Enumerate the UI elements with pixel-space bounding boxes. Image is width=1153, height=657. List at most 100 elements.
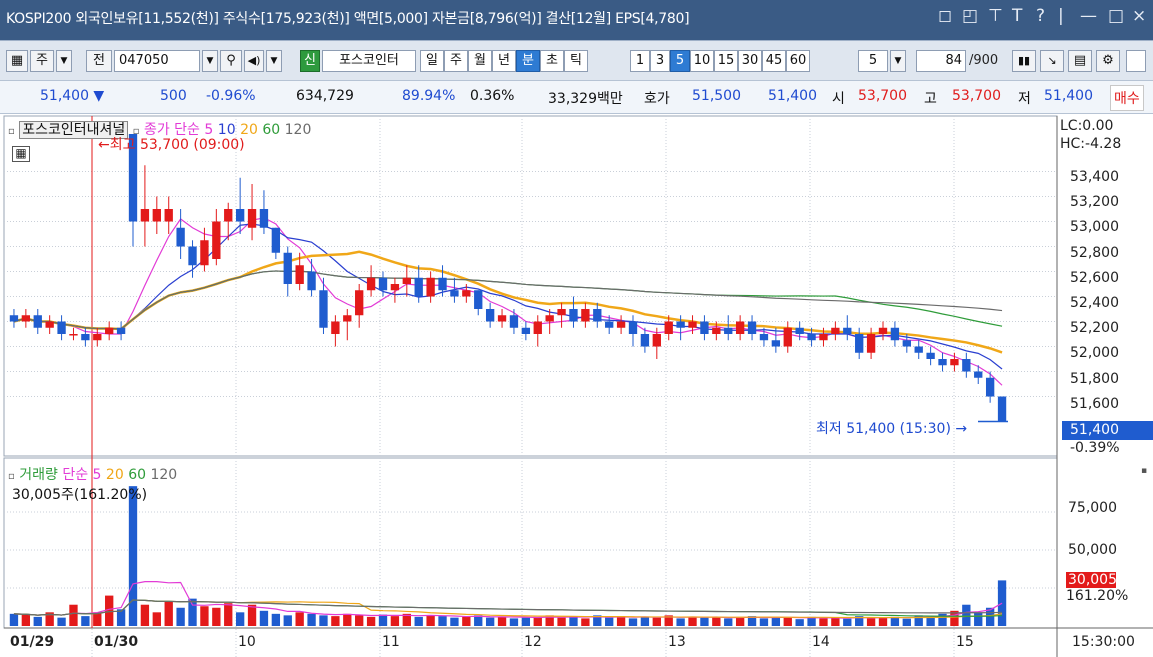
tab-period-3[interactable]: 년 (492, 50, 516, 72)
candle-body (831, 327, 840, 334)
candle-body (235, 209, 245, 222)
tab-period-5[interactable]: 초 (540, 50, 564, 72)
interval-button-3[interactable]: 3 (650, 50, 670, 72)
hc-label: HC:-4.28 (1060, 136, 1122, 152)
volume-label: 거래량 (19, 467, 58, 483)
restore-icon[interactable]: ◻ (938, 6, 952, 26)
volume-bar (795, 619, 804, 626)
ma120-label: 120 (284, 122, 312, 138)
save-icon[interactable]: ▤ (1068, 50, 1092, 72)
count-input[interactable]: 84 (916, 50, 966, 72)
search-icon[interactable]: ⚲ (220, 50, 242, 72)
interval-button-30[interactable]: 30 (738, 50, 762, 72)
volume-bar (712, 616, 721, 626)
volume-bar (878, 617, 888, 626)
speaker-icon[interactable]: ◀) (244, 50, 264, 72)
jeon-button[interactable]: 전 (86, 50, 112, 72)
chart-area: ▫ 포스코인터내셔널 ▫ 종가 단순 5 10 20 60 120 ▦ ←최고 … (0, 114, 1153, 657)
candle-body (926, 352, 935, 359)
indicator-icon[interactable]: ↘ (1040, 50, 1064, 72)
candle-body (462, 290, 471, 297)
candle-body (700, 321, 709, 334)
high-price: 53,700 (952, 88, 1001, 104)
x-axis-label: 12 (524, 634, 542, 650)
close-icon[interactable]: × (1132, 6, 1146, 26)
volume-bar (152, 612, 161, 626)
period-dropdown-icon[interactable]: ▼ (56, 50, 72, 72)
turnover: 0.36% (470, 88, 515, 104)
volume-bar (902, 618, 911, 626)
interval-button-15[interactable]: 15 (714, 50, 738, 72)
volume-bar (93, 612, 102, 626)
pin-icon[interactable]: ⊤ (988, 6, 1003, 26)
volume-bar (426, 615, 435, 626)
candle-body (378, 277, 388, 291)
trade-amount: 33,329백만 (548, 91, 623, 107)
high-annotation: ←최고 53,700 (09:00) (98, 137, 245, 153)
tab-period-2[interactable]: 월 (468, 50, 492, 72)
maximize-icon[interactable]: □ (1108, 6, 1124, 26)
volume-current: 30,005주(161.20%) (12, 487, 148, 503)
vol-ma120-label: 120 (150, 467, 178, 483)
tab-period-4[interactable]: 분 (516, 50, 540, 72)
candle-body (283, 252, 292, 284)
chart-svg[interactable] (0, 114, 1153, 657)
interval-button-5[interactable]: 5 (670, 50, 690, 72)
detach-icon[interactable]: ◰ (962, 6, 978, 26)
code-input[interactable]: 047050 (114, 50, 200, 72)
candle-body (355, 290, 364, 316)
candle-body (974, 371, 983, 378)
collapse-icon[interactable]: ▪ (1141, 466, 1147, 476)
candle-body (105, 327, 114, 334)
tab-period-0[interactable]: 일 (420, 50, 444, 72)
candle-body (807, 334, 816, 341)
interval-button-45[interactable]: 45 (762, 50, 786, 72)
interval-button-10[interactable]: 10 (690, 50, 714, 72)
volume-bar (212, 607, 221, 626)
candle-body (33, 315, 42, 328)
tab-period-6[interactable]: 틱 (564, 50, 588, 72)
tab-period-1[interactable]: 주 (444, 50, 468, 72)
code-dropdown-icon[interactable]: ▼ (202, 50, 218, 72)
volume: 634,729 (296, 88, 354, 104)
help-icon[interactable]: ? (1036, 6, 1045, 26)
font-icon[interactable]: T (1012, 6, 1022, 26)
bid-price: 51,400 (768, 88, 817, 104)
buy-button[interactable]: 매수 (1110, 85, 1144, 111)
candle-type-icon[interactable]: ▮▮ (1012, 50, 1036, 72)
volume-bar (783, 617, 792, 626)
candle-body (985, 377, 995, 397)
volume-bar (247, 604, 257, 626)
volume-bar (271, 613, 281, 626)
layout-icon[interactable]: ▦ (6, 50, 28, 72)
volume-bar (390, 616, 400, 626)
stock-name[interactable]: 포스코인터 (322, 50, 416, 72)
low-annotation: 최저 51,400 (15:30) → (816, 421, 968, 437)
price-tick: 51,800 (1070, 370, 1119, 387)
settings-gear-icon[interactable]: ⚙ (1096, 50, 1120, 72)
interval-button-60[interactable]: 60 (786, 50, 810, 72)
volume-ma60-line (13, 599, 1003, 617)
table-view-icon[interactable]: ▦ (12, 146, 30, 162)
option-checkbox[interactable] (1126, 50, 1146, 72)
candle-body (759, 334, 769, 341)
candle-body (866, 334, 876, 353)
count-total: /900 (969, 53, 999, 68)
candle-body (140, 209, 150, 222)
interval-select[interactable]: 5 (858, 50, 888, 72)
volume-bar (890, 616, 900, 626)
price-tick: 52,400 (1070, 295, 1119, 311)
price-tick: 52,600 (1070, 269, 1119, 286)
volume-bar (724, 618, 733, 626)
period-button[interactable]: 주 (30, 50, 54, 72)
candle-body (724, 327, 733, 334)
speaker-dropdown-icon[interactable]: ▼ (266, 50, 282, 72)
interval-button-1[interactable]: 1 (630, 50, 650, 72)
x-axis-label: 01/29 (10, 634, 55, 650)
volume-bar (866, 618, 876, 626)
interval-dropdown-icon[interactable]: ▼ (890, 50, 906, 72)
candle-body (819, 334, 828, 341)
candle-body (271, 227, 281, 253)
minimize-icon[interactable]: — (1080, 6, 1097, 26)
candle-body (771, 340, 781, 347)
